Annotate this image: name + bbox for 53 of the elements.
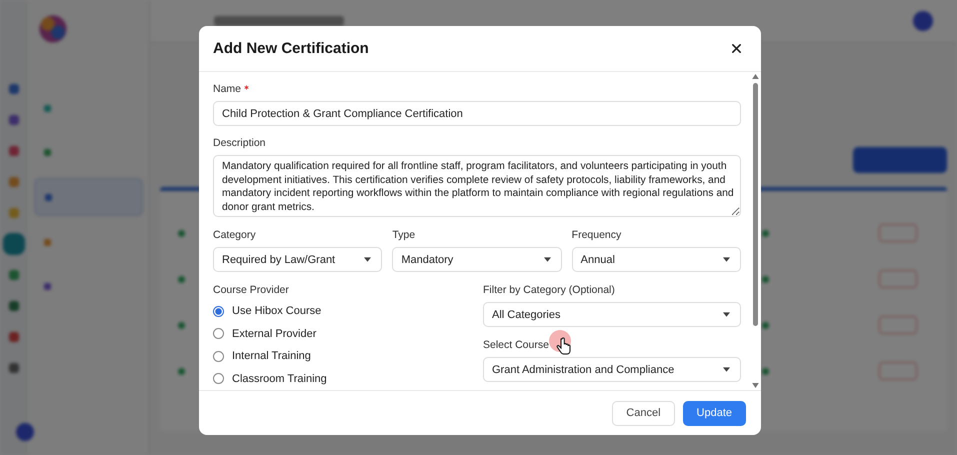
status-dot xyxy=(762,230,769,236)
avatar-icon xyxy=(913,11,933,31)
status-dot xyxy=(178,368,185,374)
field-label: Filter by Category (Optional) xyxy=(483,284,616,297)
nav-icon[interactable] xyxy=(9,301,19,311)
field-label: Name xyxy=(213,83,741,96)
update-button[interactable]: Update xyxy=(682,400,746,426)
nav-icon[interactable] xyxy=(9,115,19,125)
field-label: Type xyxy=(392,229,416,242)
select-field[interactable]: Annual xyxy=(572,247,741,272)
close-icon[interactable] xyxy=(731,43,742,54)
scroll-down-icon[interactable] xyxy=(752,383,758,388)
nav-icon[interactable] xyxy=(3,233,25,255)
menu-item[interactable] xyxy=(34,178,143,216)
field-label: Select Course xyxy=(483,339,550,352)
scroll-up-icon[interactable] xyxy=(752,74,758,79)
status-dot xyxy=(178,322,185,328)
radio-option[interactable]: Classroom Training xyxy=(213,370,467,387)
nav-icon[interactable] xyxy=(9,177,19,187)
name-field[interactable]: Child Protection & Grant Compliance Certification xyxy=(213,101,741,126)
status-dot xyxy=(762,368,769,374)
cancel-button[interactable]: Cancel xyxy=(612,400,675,426)
nav-icon[interactable] xyxy=(9,208,19,218)
select-field[interactable]: Required by Law/Grant xyxy=(213,247,382,272)
caret-icon xyxy=(722,257,730,262)
status-dot xyxy=(762,276,769,282)
caret-icon xyxy=(364,257,372,262)
scrollbar[interactable] xyxy=(751,72,759,390)
field-label: Description xyxy=(213,137,267,150)
nav-icon[interactable] xyxy=(9,270,19,280)
nav-icon[interactable] xyxy=(9,363,19,373)
caret-icon xyxy=(544,257,551,262)
avatar-icon xyxy=(16,423,34,441)
nav-icon[interactable] xyxy=(9,332,19,342)
field-label: Course Provider xyxy=(213,284,290,297)
field-label: Category xyxy=(213,229,257,242)
nav-icon[interactable] xyxy=(9,84,19,94)
description-field[interactable]: Mandatory qualification required for all frontline staff, program facilitators, and volunteers participating in youth development initiatives. This certification verifies complete review of safety protocols, liability frameworks, and mandatory incident reporting workflows within the platform to maintain compliance with regional regulations and donor grant metrics. xyxy=(213,155,741,217)
radio-option[interactable]: Use Hibox Course xyxy=(213,302,467,320)
select-field[interactable]: Grant Administration and Compliance xyxy=(483,357,741,382)
dialog-title: Add New Certification xyxy=(213,40,369,57)
radio-option[interactable]: External Provider xyxy=(213,325,467,342)
status-dot xyxy=(178,276,185,282)
nav-icon[interactable] xyxy=(9,146,19,156)
add-button[interactable] xyxy=(853,147,947,173)
field-label: Frequency xyxy=(572,229,622,242)
caret-icon xyxy=(723,367,730,372)
caret-icon xyxy=(723,312,730,317)
select-field[interactable]: Mandatory xyxy=(392,247,562,272)
status-dot xyxy=(762,322,769,328)
select-field[interactable]: All Categories xyxy=(483,302,741,327)
radio-option[interactable]: Internal Training xyxy=(213,348,467,364)
status-dot xyxy=(178,230,185,236)
